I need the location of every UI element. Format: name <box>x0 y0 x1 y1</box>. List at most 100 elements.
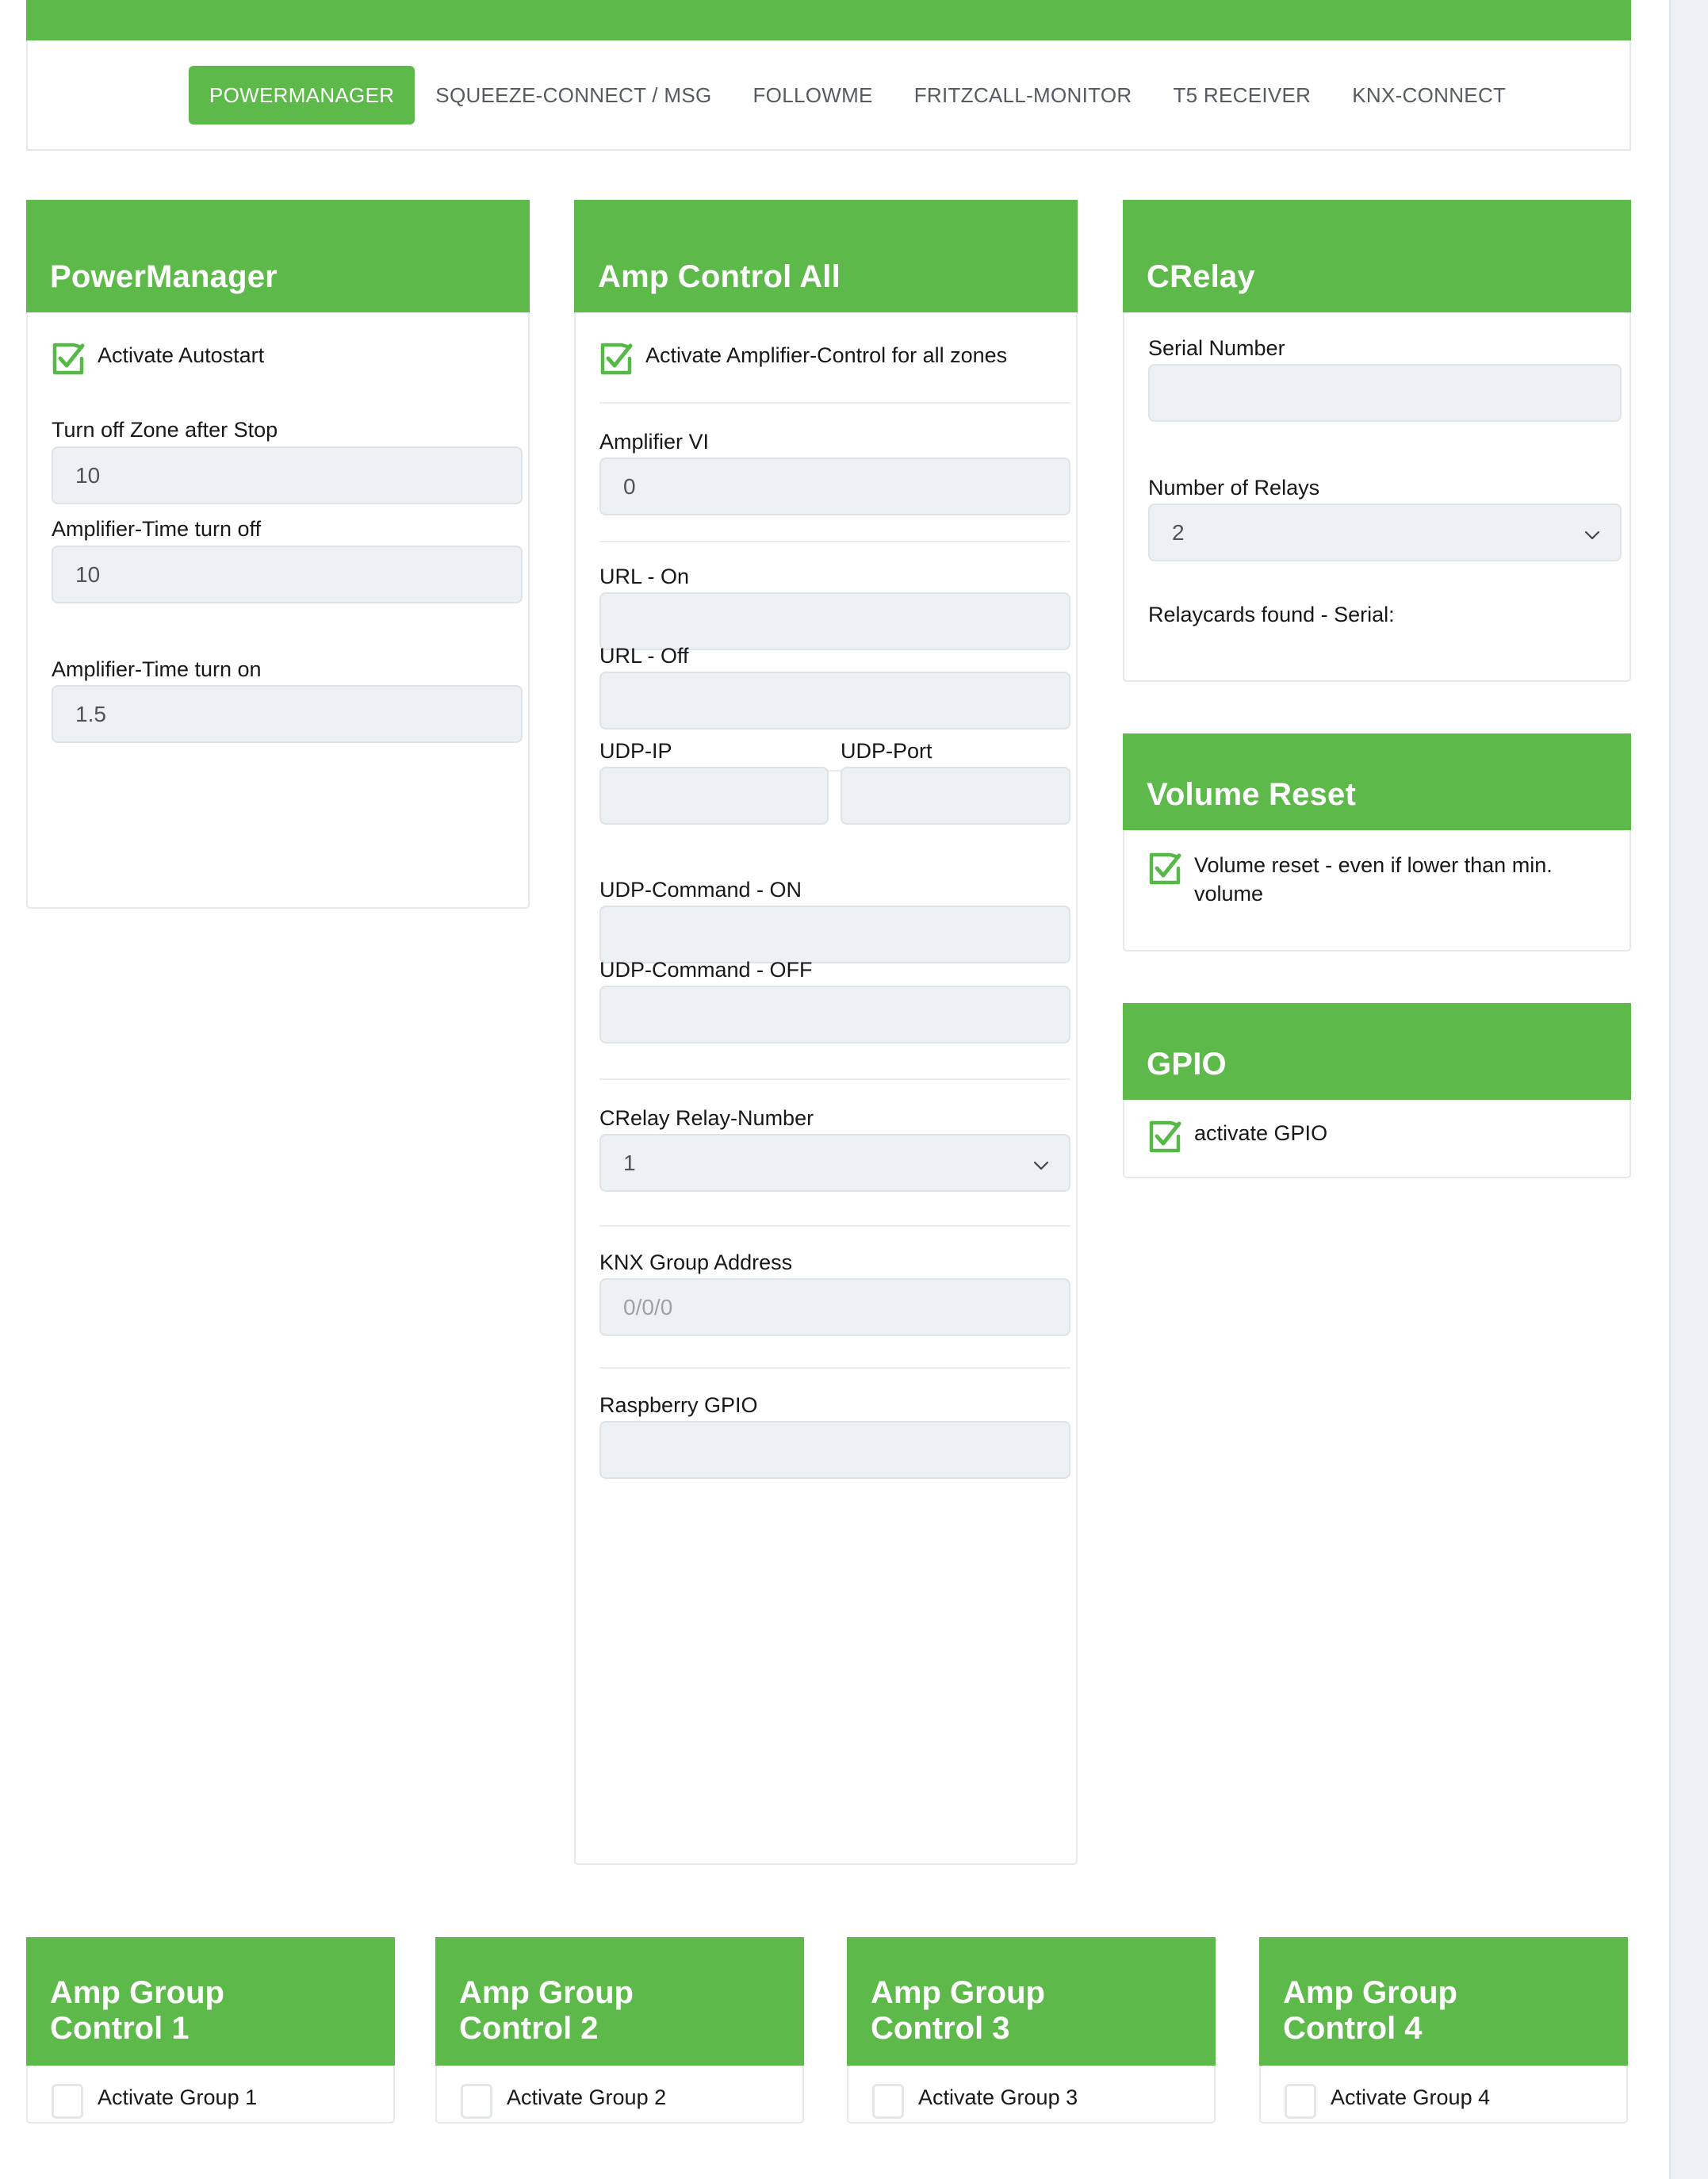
unchecked-checkbox-icon[interactable] <box>1285 2084 1316 2119</box>
amp-group-control-2-title-line2: Control 2 <box>459 2011 599 2047</box>
gpio-card-body: activate GPIO <box>1124 1100 1629 1177</box>
raspberry-gpio-label: Raspberry GPIO <box>599 1393 758 1417</box>
checked-checkbox-icon[interactable] <box>599 343 633 376</box>
gpio-title: GPIO <box>1147 1047 1227 1082</box>
number-of-relays-select[interactable]: 2 <box>1148 504 1622 561</box>
serial-number-input[interactable] <box>1148 364 1622 422</box>
amp-group-control-1-title-line2: Control 1 <box>50 2011 190 2047</box>
crelay-title: CRelay <box>1147 259 1255 295</box>
amp-group-control-3-title-line1: Amp Group <box>871 1975 1045 2011</box>
gpio-card: GPIO activate GPIO <box>1123 1003 1631 1178</box>
activate-group-3-checkbox-row[interactable]: Activate Group 3 <box>872 2083 1078 2119</box>
unchecked-checkbox-icon[interactable] <box>52 2084 83 2119</box>
amp-group-control-4-header: Amp Group Control 4 <box>1259 1937 1628 2066</box>
crelay-relay-number-value: 1 <box>623 1150 636 1175</box>
tab-knx-connect[interactable]: KNX-CONNECT <box>1331 66 1526 124</box>
amplifier-time-on-label: Amplifier-Time turn on <box>52 657 262 681</box>
volume-reset-checkbox-row[interactable]: Volume reset - even if lower than min. v… <box>1148 851 1608 909</box>
volume-reset-card: Volume Reset Volume reset - even if lowe… <box>1123 733 1631 952</box>
udp-port-label: UDP-Port <box>841 739 933 763</box>
chevron-down-icon <box>1584 524 1601 542</box>
crelay-card-body: Serial Number Number of Relays 2 Relayca… <box>1124 312 1629 680</box>
activate-amp-control-checkbox-label: Activate Amplifier-Control for all zones <box>645 343 1008 367</box>
udp-command-on-input[interactable] <box>599 906 1070 963</box>
url-off-input[interactable] <box>599 672 1070 730</box>
nav-tab-list: POWERMANAGER SQUEEZE-CONNECT / MSG FOLLO… <box>189 66 1526 124</box>
udp-ip-label: UDP-IP <box>599 739 672 763</box>
turn-off-zone-input[interactable]: 10 <box>52 446 523 504</box>
activate-amp-control-checkbox-row[interactable]: Activate Amplifier-Control for all zones <box>599 341 1044 376</box>
crelay-card: CRelay Serial Number Number of Relays 2 … <box>1123 200 1631 682</box>
amplifier-time-on-input[interactable]: 1.5 <box>52 685 523 743</box>
amp-group-control-4-title-line1: Amp Group <box>1283 1975 1457 2011</box>
nav-card: POWERMANAGER SQUEEZE-CONNECT / MSG FOLLO… <box>26 40 1631 151</box>
autostart-checkbox-label: Activate Autostart <box>98 343 265 367</box>
crelay-relay-number-label: CRelay Relay-Number <box>599 1106 814 1130</box>
volume-reset-checkbox-label: Volume reset - even if lower than min. v… <box>1194 853 1553 906</box>
amp-group-control-2-header: Amp Group Control 2 <box>435 1937 804 2066</box>
autostart-checkbox-row[interactable]: Activate Autostart <box>52 341 480 376</box>
relaycards-found-label: Relaycards found - Serial: <box>1148 603 1395 626</box>
raspberry-gpio-input[interactable] <box>599 1421 1070 1479</box>
powermanager-card-body: Activate Autostart Turn off Zone after S… <box>28 312 528 907</box>
divider <box>599 1225 1070 1227</box>
gpio-card-header: GPIO <box>1123 1003 1631 1100</box>
activate-group-4-checkbox-row[interactable]: Activate Group 4 <box>1285 2083 1490 2119</box>
amp-group-control-2-card: Amp Group Control 2 Activate Group 2 <box>435 1937 804 2123</box>
top-green-bar <box>26 0 1631 40</box>
page-root: POWERMANAGER SQUEEZE-CONNECT / MSG FOLLO… <box>0 0 1708 2179</box>
crelay-card-header: CRelay <box>1123 200 1631 312</box>
knx-group-address-input[interactable]: 0/0/0 <box>599 1278 1070 1336</box>
url-off-label: URL - Off <box>599 644 689 668</box>
url-on-input[interactable] <box>599 592 1070 650</box>
gpio-checkbox-row[interactable]: activate GPIO <box>1148 1119 1592 1154</box>
udp-port-input[interactable] <box>841 767 1070 825</box>
amp-group-control-3-header: Amp Group Control 3 <box>847 1937 1216 2066</box>
powermanager-card-header: PowerManager <box>26 200 530 312</box>
amp-control-all-title: Amp Control All <box>598 259 841 295</box>
divider <box>599 541 1070 542</box>
crelay-relay-number-select[interactable]: 1 <box>599 1134 1070 1192</box>
activate-group-3-label: Activate Group 3 <box>918 2085 1078 2109</box>
activate-group-2-checkbox-row[interactable]: Activate Group 2 <box>461 2083 666 2119</box>
amp-group-control-3-card: Amp Group Control 3 Activate Group 3 <box>847 1937 1216 2123</box>
amp-group-control-4-body: Activate Group 4 <box>1261 2066 1626 2122</box>
volume-reset-card-body: Volume reset - even if lower than min. v… <box>1124 830 1629 950</box>
activate-group-2-label: Activate Group 2 <box>507 2085 667 2109</box>
udp-command-off-input[interactable] <box>599 986 1070 1044</box>
tab-t5-receiver[interactable]: T5 RECEIVER <box>1152 66 1331 124</box>
checked-checkbox-icon[interactable] <box>1148 852 1181 886</box>
amplifier-vi-input[interactable]: 0 <box>599 458 1070 515</box>
amplifier-time-off-input[interactable]: 10 <box>52 546 523 603</box>
amplifier-time-off-label: Amplifier-Time turn off <box>52 517 262 541</box>
chevron-down-icon <box>1032 1155 1050 1172</box>
tab-followme[interactable]: FOLLOWME <box>732 66 893 124</box>
gpio-checkbox-label: activate GPIO <box>1194 1121 1328 1145</box>
url-on-label: URL - On <box>599 565 690 588</box>
divider <box>599 1367 1070 1369</box>
amp-group-control-4-card: Amp Group Control 4 Activate Group 4 <box>1259 1937 1628 2123</box>
tab-fritzcall-monitor[interactable]: FRITZCALL-MONITOR <box>894 66 1153 124</box>
amp-group-control-3-title-line2: Control 3 <box>871 2011 1010 2047</box>
knx-group-address-label: KNX Group Address <box>599 1250 793 1274</box>
activate-group-1-label: Activate Group 1 <box>98 2085 258 2109</box>
amp-group-control-2-body: Activate Group 2 <box>437 2066 802 2122</box>
turn-off-zone-label: Turn off Zone after Stop <box>52 418 278 442</box>
amp-control-all-card-header: Amp Control All <box>574 200 1078 312</box>
amp-group-control-1-title-line1: Amp Group <box>50 1975 224 2011</box>
amp-control-all-card: Amp Control All Activate Amplifier-Contr… <box>574 200 1078 1865</box>
tab-powermanager[interactable]: POWERMANAGER <box>189 66 416 124</box>
unchecked-checkbox-icon[interactable] <box>872 2084 904 2119</box>
checked-checkbox-icon[interactable] <box>1148 1120 1181 1154</box>
serial-number-label: Serial Number <box>1148 336 1285 360</box>
powermanager-title: PowerManager <box>50 259 278 295</box>
activate-group-1-checkbox-row[interactable]: Activate Group 1 <box>52 2083 257 2119</box>
checked-checkbox-icon[interactable] <box>52 343 85 376</box>
udp-ip-input[interactable] <box>599 767 829 825</box>
unchecked-checkbox-icon[interactable] <box>461 2084 492 2119</box>
powermanager-card: PowerManager Activate Autostart Turn off… <box>26 200 530 909</box>
tab-squeeze-connect-msg[interactable]: SQUEEZE-CONNECT / MSG <box>415 66 732 124</box>
amp-group-control-1-card: Amp Group Control 1 Activate Group 1 <box>26 1937 395 2123</box>
right-gutter-strip <box>1669 0 1708 2179</box>
amp-group-control-2-title-line1: Amp Group <box>459 1975 634 2011</box>
